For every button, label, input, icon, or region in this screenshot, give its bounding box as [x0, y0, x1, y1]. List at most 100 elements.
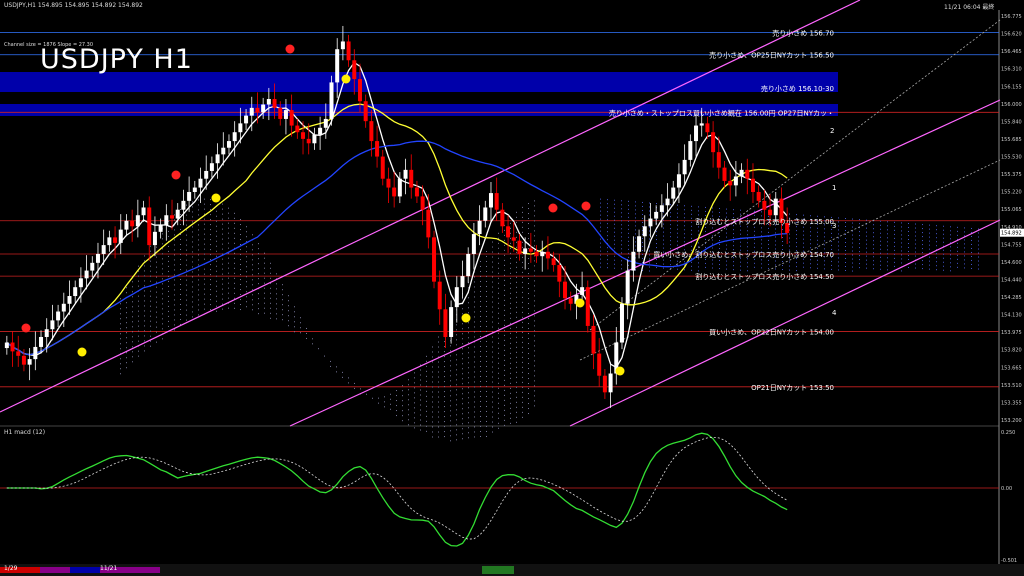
cloud-dot	[492, 416, 493, 418]
cloud-dot	[192, 311, 193, 313]
cloud-dot	[677, 260, 678, 262]
cloud-dot	[649, 266, 650, 268]
cloud-dot	[516, 261, 517, 263]
cloud-dot	[408, 384, 409, 386]
cloud-dot	[894, 221, 895, 223]
candle	[631, 236, 636, 282]
cloud-dot	[252, 279, 253, 281]
cloud-dot	[733, 269, 734, 271]
cloud-dot	[845, 270, 846, 271]
cloud-dot	[978, 240, 979, 242]
cloud-dot	[803, 238, 804, 240]
cloud-dot	[859, 259, 860, 261]
cloud-dot	[534, 320, 535, 322]
cloud-dot	[426, 390, 427, 392]
cloud-dot	[432, 391, 433, 393]
level-annotation: 売り小さめ 156.10-30	[761, 84, 834, 93]
cloud-dot	[803, 242, 804, 244]
candle	[386, 167, 391, 204]
cloud-dot	[474, 346, 475, 348]
cloud-dot	[614, 215, 615, 217]
cloud-dot	[504, 374, 505, 376]
cloud-dot	[120, 343, 121, 345]
cloud-dot	[922, 240, 923, 242]
cloud-dot	[522, 296, 523, 298]
cloud-dot	[614, 219, 615, 221]
cloud-dot	[162, 238, 163, 240]
cloud-dot	[607, 227, 608, 229]
cloud-dot	[198, 209, 199, 211]
cloud-dot	[180, 258, 181, 260]
cloud-dot	[534, 335, 535, 337]
cloud-dot	[754, 266, 755, 268]
cloud-dot	[198, 274, 199, 276]
cloud-dot	[438, 396, 439, 398]
cloud-dot	[480, 270, 481, 272]
cloud-dot	[600, 246, 601, 248]
cloud-dot	[510, 412, 511, 414]
candle	[517, 234, 522, 261]
cloud-dot	[642, 257, 643, 259]
cloud-dot	[480, 305, 481, 307]
cloud-dot	[768, 227, 769, 229]
cloud-dot	[607, 259, 608, 261]
cloud-dot	[312, 343, 313, 345]
cloud-dot	[150, 275, 151, 277]
cloud-dot	[528, 288, 529, 290]
cloud-dot	[396, 400, 397, 402]
cloud-dot	[754, 246, 755, 248]
price-tick-label: 154.285	[1001, 295, 1022, 301]
cloud-dot	[510, 362, 511, 364]
candle	[756, 185, 761, 208]
time-axis-strip[interactable]: 1/29 11/21	[0, 564, 1024, 576]
cloud-dot	[516, 251, 517, 253]
cloud-dot	[126, 367, 127, 369]
cloud-dot	[492, 301, 493, 303]
cloud-dot	[180, 238, 181, 240]
cloud-dot	[192, 231, 193, 233]
cloud-dot	[468, 327, 469, 329]
candle	[750, 163, 755, 204]
cloud-dot	[775, 236, 776, 238]
cloud-dot	[246, 251, 247, 253]
cloud-dot	[204, 223, 205, 225]
cloud-dot	[192, 251, 193, 253]
cloud-dot	[621, 244, 622, 246]
cloud-dot	[516, 331, 517, 333]
cloud-dot	[691, 217, 692, 219]
cloud-dot	[504, 324, 505, 326]
cloud-dot	[663, 259, 664, 261]
cloud-dot	[492, 256, 493, 258]
cloud-dot	[719, 264, 720, 266]
cloud-dot	[712, 235, 713, 237]
cloud-dot	[474, 351, 475, 353]
cloud-dot	[607, 235, 608, 237]
cloud-dot	[522, 291, 523, 293]
cloud-dot	[831, 264, 832, 266]
cloud-dot	[282, 319, 283, 321]
cloud-dot	[684, 217, 685, 219]
cloud-dot	[396, 415, 397, 417]
cloud-dot	[528, 393, 529, 395]
macd-line	[6, 432, 788, 547]
cloud-dot	[498, 372, 499, 374]
cloud-dot	[210, 209, 211, 211]
cloud-dot	[144, 265, 145, 267]
chart-canvas[interactable]: 売り小さめ 156.70売り小さめ、OP25日NYカット 156.50売り小さめ…	[0, 0, 1024, 576]
cloud-dot	[138, 350, 139, 352]
time-label-current: 11/21	[100, 565, 118, 572]
cloud-dot	[468, 307, 469, 309]
cloud-dot	[894, 225, 895, 227]
cloud-dot	[240, 294, 241, 296]
cloud-dot	[492, 366, 493, 368]
cloud-dot	[866, 255, 867, 257]
cloud-dot	[504, 409, 505, 411]
cloud-dot	[504, 259, 505, 261]
cloud-dot	[486, 340, 487, 342]
cloud-dot	[492, 281, 493, 283]
cloud-dot	[635, 209, 636, 211]
cloud-dot	[677, 212, 678, 214]
cloud-dot	[156, 286, 157, 288]
cloud-dot	[156, 271, 157, 273]
cloud-dot	[384, 406, 385, 408]
